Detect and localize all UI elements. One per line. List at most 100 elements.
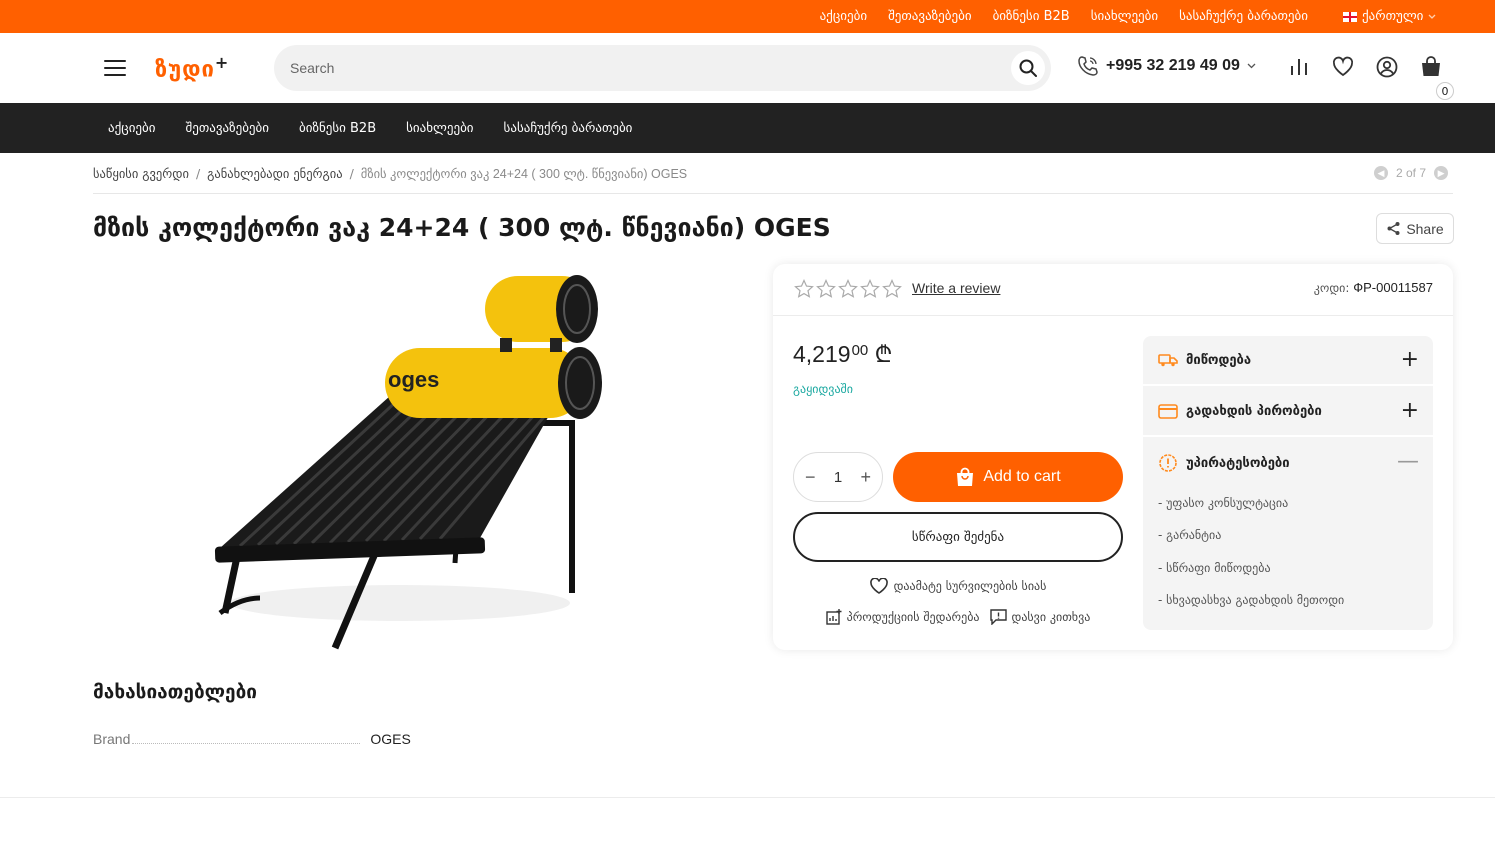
header-icons	[1287, 55, 1443, 79]
info-accordion: მიწოდება + გადახდის პირობები + უპირატესო…	[1143, 336, 1433, 630]
question-bubble-icon	[989, 609, 1007, 625]
specs-heading: მახასიათებლები	[93, 681, 258, 703]
nav-item-promotions[interactable]: აქციები	[108, 121, 155, 136]
breadcrumb-separator: /	[349, 166, 354, 181]
cart-icon[interactable]	[1419, 55, 1443, 79]
heart-icon	[869, 578, 888, 594]
spec-value: OGES	[370, 731, 411, 747]
top-link-promotions[interactable]: აქციები	[820, 9, 867, 24]
account-icon[interactable]	[1375, 55, 1399, 79]
spec-row: Brand OGES	[93, 731, 423, 747]
top-links: აქციები შეთავაზებები ბიზნესი B2B სიახლეე…	[820, 0, 1308, 33]
write-review-link[interactable]: Write a review	[912, 280, 1000, 296]
breadcrumb-category[interactable]: განახლებადი ენერგია	[207, 166, 342, 181]
divider	[773, 315, 1453, 316]
product-code-value: ФР-00011587	[1353, 280, 1433, 295]
language-selector[interactable]: ქართული	[1343, 0, 1436, 33]
price: 4,21900 ₾	[793, 337, 892, 369]
phone-number: +995 32 219 49 09	[1106, 57, 1240, 74]
top-link-b2b[interactable]: ბიზნესი B2B	[993, 9, 1070, 24]
quantity-value[interactable]: 1	[834, 469, 842, 486]
breadcrumb-current: მზის კოლექტორი ვაკ 24+24 ( 300 ლტ. წნევი…	[360, 167, 688, 181]
accordion-delivery-label: მიწოდება	[1186, 352, 1252, 368]
menu-icon[interactable]	[104, 60, 126, 76]
compare-chart-icon	[825, 609, 842, 625]
shopping-bag-icon	[957, 467, 974, 486]
search-button[interactable]	[1011, 51, 1045, 85]
search-bar	[274, 45, 1051, 91]
currency-symbol: ₾	[874, 341, 893, 367]
phone-icon	[1078, 56, 1098, 76]
breadcrumb-home[interactable]: საწყისი გვერდი	[93, 166, 189, 181]
product-info-card: Write a review კოდი: ФР-00011587 4,21900…	[773, 264, 1453, 650]
add-to-wishlist-link[interactable]: დაამატე სურვილების სიას	[793, 578, 1123, 594]
decrease-quantity-button[interactable]: −	[805, 467, 816, 488]
stock-status: გაყიდვაში	[793, 382, 853, 396]
compare-link[interactable]: პროდუქციის შედარება	[825, 609, 980, 625]
header: ზუდი+ +995 32 219 49 09 0	[0, 33, 1495, 103]
main-nav: აქციები შეთავაზებები ბიზნესი B2B სიახლეე…	[0, 103, 1495, 153]
quantity-stepper: − 1 +	[793, 452, 883, 502]
star-icon	[838, 279, 858, 298]
search-icon	[1019, 59, 1037, 77]
image-brand-label: oges	[388, 367, 439, 392]
spec-leader	[132, 743, 361, 744]
breadcrumb: საწყისი გვერდი / განახლებადი ენერგია / მ…	[93, 166, 687, 181]
top-link-gift-cards[interactable]: სასაჩუქრე ბარათები	[1179, 9, 1308, 24]
ask-question-link[interactable]: დასვი კითხვა	[989, 609, 1091, 625]
spec-key: Brand	[93, 731, 131, 747]
product-code: კოდი: ФР-00011587	[1314, 280, 1433, 295]
advantage-item: - სწრაფი მიწოდება	[1158, 561, 1271, 575]
advantage-item: - გარანტია	[1158, 528, 1222, 542]
top-link-news[interactable]: სიახლეები	[1091, 9, 1158, 24]
nav-item-gift-cards[interactable]: სასაჩუქრე ბარათები	[504, 121, 633, 136]
divider	[93, 193, 1453, 194]
advantage-item: - სხვადასხვა გადახდის მეთოდი	[1158, 593, 1345, 607]
nav-item-b2b[interactable]: ბიზნესი B2B	[299, 121, 376, 136]
wishlist-icon[interactable]	[1331, 55, 1355, 79]
rating-stars[interactable]	[794, 279, 902, 299]
increase-quantity-button[interactable]: +	[860, 467, 871, 488]
price-integer: 4,219	[793, 341, 851, 367]
divider	[0, 797, 1495, 798]
price-decimal: 00	[851, 342, 869, 359]
breadcrumb-separator: /	[195, 166, 201, 181]
advantage-item: - უფასო კონსულტაცია	[1158, 496, 1289, 510]
product-code-label: კოდი:	[1313, 281, 1350, 295]
cart-count-badge: 0	[1436, 82, 1454, 100]
product-image[interactable]: oges	[200, 268, 620, 658]
accordion-payment-label: გადახდის პირობები	[1186, 403, 1322, 419]
phone-dropdown[interactable]: +995 32 219 49 09	[1077, 55, 1256, 77]
top-bar: აქციები შეთავაზებები ბიზნესი B2B სიახლეე…	[0, 0, 1495, 33]
add-to-cart-label: Add to cart	[983, 468, 1061, 485]
product-title: მზის კოლექტორი ვაკ 24+24 ( 300 ლტ. წნევი…	[93, 213, 831, 242]
top-link-offers[interactable]: შეთავაზებები	[888, 9, 972, 24]
nav-item-offers[interactable]: შეთავაზებები	[185, 121, 269, 136]
star-icon	[794, 279, 814, 298]
next-product-button[interactable]: ▶	[1434, 166, 1449, 180]
truck-icon	[1158, 354, 1178, 367]
accordion-advantages-label: უპირატესობები	[1186, 455, 1290, 471]
accordion-advantages[interactable]: უპირატესობები —	[1143, 438, 1433, 488]
star-icon	[882, 279, 902, 298]
share-icon	[1387, 222, 1400, 235]
search-input[interactable]	[290, 45, 990, 91]
accordion-payment[interactable]: გადახდის პირობები +	[1143, 387, 1433, 437]
prev-product-button[interactable]: ◀	[1374, 166, 1388, 180]
nav-item-news[interactable]: სიახლეები	[406, 121, 473, 136]
accordion-delivery[interactable]: მიწოდება +	[1143, 336, 1433, 386]
ask-question-label: დასვი კითხვა	[1011, 610, 1091, 624]
credit-card-icon	[1158, 403, 1178, 419]
compare-icon[interactable]	[1287, 55, 1311, 79]
collapse-icon: —	[1397, 449, 1419, 474]
pager-label: 2 of 7	[1396, 166, 1427, 180]
expand-icon: +	[1400, 347, 1419, 372]
star-icon	[860, 279, 880, 298]
product-pager: ◀ 2 of 7 ▶	[1374, 166, 1449, 180]
chevron-down-icon	[1428, 14, 1436, 19]
share-button[interactable]: Share	[1376, 213, 1454, 244]
logo[interactable]: ზუდი+	[155, 53, 229, 82]
quick-buy-button[interactable]: სწრაფი შეძენა	[793, 512, 1123, 562]
add-to-cart-button[interactable]: Add to cart	[893, 452, 1123, 502]
star-icon	[816, 279, 836, 298]
